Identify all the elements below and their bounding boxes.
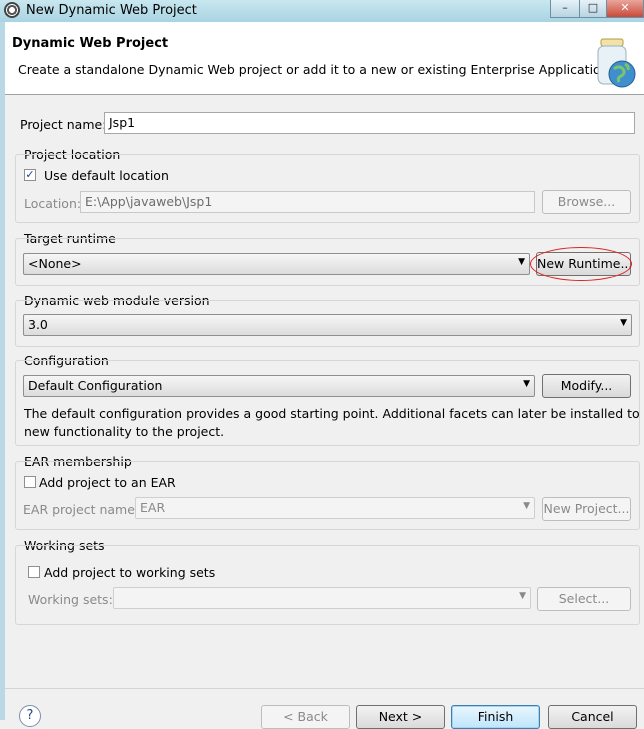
new-ear-project-button[interactable]: New Project...: [542, 497, 631, 521]
use-default-location-label: Use default location: [44, 168, 169, 183]
target-runtime-dropdown[interactable]: <None> ▼: [23, 253, 530, 275]
back-button[interactable]: < Back: [261, 705, 350, 729]
configuration-selected: Default Configuration: [28, 378, 163, 393]
page-title: Dynamic Web Project: [12, 36, 169, 51]
project-name-input[interactable]: Jsp1: [104, 112, 635, 134]
configuration-description-line2: new functionality to the project.: [24, 424, 225, 439]
annotation-circle: [530, 247, 632, 281]
working-sets-dropdown[interactable]: ▼: [113, 587, 531, 609]
page-description: Create a standalone Dynamic Web project …: [18, 62, 613, 77]
eclipse-app-icon: [4, 2, 20, 18]
window-frame-edge: [0, 22, 5, 720]
close-button[interactable]: ✕: [606, 0, 644, 18]
ear-project-name-label: EAR project name:: [23, 502, 140, 517]
project-name-label: Project name:: [20, 117, 107, 132]
web-project-globe-icon: [597, 38, 636, 88]
chevron-down-icon: ▼: [620, 318, 627, 328]
target-runtime-selected: <None>: [28, 256, 82, 271]
location-label: Location:: [24, 196, 82, 211]
help-icon[interactable]: ?: [19, 705, 41, 727]
modify-button[interactable]: Modify...: [542, 374, 631, 398]
wizard-header: Dynamic Web Project Create a standalone …: [5, 22, 644, 95]
chevron-down-icon: ▼: [523, 501, 530, 511]
window-title: New Dynamic Web Project: [26, 3, 197, 18]
footer-divider: [5, 688, 644, 689]
chevron-down-icon: ▼: [523, 379, 530, 389]
chevron-down-icon: ▼: [519, 591, 526, 601]
working-sets-label: Working sets:: [28, 592, 113, 607]
use-default-location-checkbox[interactable]: ✓: [24, 169, 36, 181]
web-module-version-selected: 3.0: [28, 317, 48, 332]
title-bar[interactable]: New Dynamic Web Project – □ ✕: [0, 0, 644, 22]
configuration-dropdown[interactable]: Default Configuration ▼: [23, 375, 535, 397]
location-input[interactable]: E:\App\javaweb\Jsp1: [80, 191, 535, 213]
add-to-working-sets-checkbox[interactable]: [28, 566, 40, 578]
chevron-down-icon: ▼: [518, 257, 525, 267]
finish-button[interactable]: Finish: [451, 705, 540, 729]
add-to-ear-checkbox[interactable]: [24, 476, 36, 488]
add-to-working-sets-label: Add project to working sets: [44, 565, 216, 580]
next-button[interactable]: Next >: [356, 705, 445, 729]
ear-project-name-value: EAR: [140, 500, 166, 515]
configuration-description-line1: The default configuration provides a goo…: [24, 406, 644, 421]
minimize-button[interactable]: –: [550, 0, 580, 18]
browse-button[interactable]: Browse...: [542, 190, 631, 214]
ear-project-name-dropdown[interactable]: EAR ▼: [135, 497, 535, 519]
cancel-button[interactable]: Cancel: [548, 705, 637, 729]
web-module-version-dropdown[interactable]: 3.0 ▼: [23, 314, 632, 336]
maximize-button[interactable]: □: [579, 0, 607, 18]
add-to-ear-label: Add project to an EAR: [39, 475, 176, 490]
select-working-sets-button[interactable]: Select...: [537, 587, 631, 611]
working-sets-group: [15, 545, 640, 625]
